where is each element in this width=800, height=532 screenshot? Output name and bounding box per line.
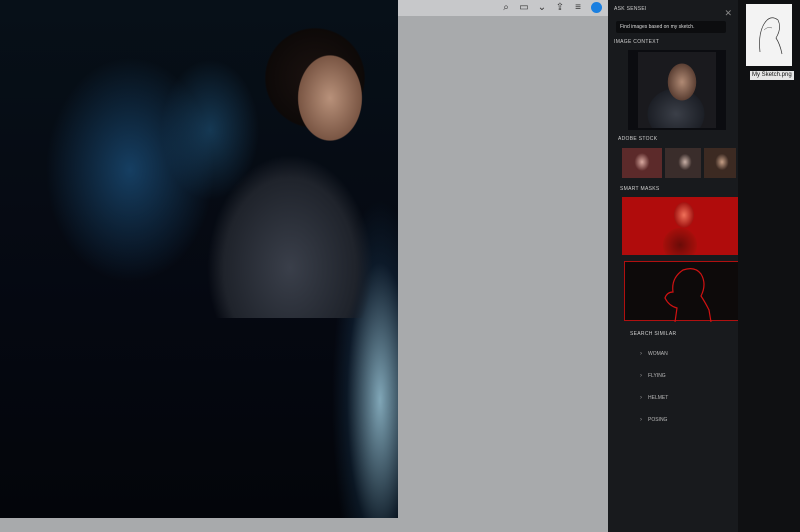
prompt-input[interactable]: Find images based on my sketch. — [616, 21, 726, 33]
share-icon[interactable]: ⇪ — [555, 2, 565, 13]
sketch-file-thumbnail[interactable] — [746, 4, 792, 66]
similar-item-label: HELMET — [648, 395, 669, 401]
smart-mask-fill[interactable] — [622, 197, 748, 255]
context-image-content — [638, 52, 716, 128]
chevron-right-icon: › — [640, 351, 642, 357]
similar-item-flying[interactable]: › FLYING — [640, 373, 666, 379]
similar-item-helmet[interactable]: › HELMET — [640, 395, 668, 401]
chevron-right-icon: › — [640, 417, 642, 423]
artwork-image[interactable] — [0, 0, 398, 518]
sketch-file-name[interactable]: My Sketch.png — [750, 71, 794, 80]
chevron-right-icon: › — [640, 373, 642, 379]
portrait-figure — [190, 18, 390, 318]
panel-toggle-icon[interactable]: ▭ — [519, 2, 529, 13]
silhouette-outline — [664, 268, 712, 322]
context-image[interactable] — [628, 50, 726, 130]
stock-thumbnail[interactable] — [704, 148, 736, 178]
similar-item-posing[interactable]: › POSING — [640, 417, 667, 423]
adobe-stock-label: ADOBE STOCK — [618, 136, 658, 142]
sketch-drawing — [759, 17, 783, 55]
image-context-label: IMAGE CONTEXT — [614, 39, 660, 45]
stock-thumbnail[interactable] — [622, 148, 662, 178]
stock-thumbnail[interactable] — [665, 148, 701, 178]
menu-icon[interactable]: ≡ — [573, 2, 583, 13]
stock-results — [622, 148, 736, 178]
similar-item-label: POSING — [648, 417, 668, 423]
active-indicator[interactable] — [591, 2, 602, 13]
similar-item-label: FLYING — [648, 373, 666, 379]
smart-mask-outline[interactable] — [624, 261, 752, 322]
sensei-panel: ASK SENSEI ✕ Find images based on my ske… — [608, 0, 752, 532]
search-similar-label: SEARCH SIMILAR — [630, 331, 677, 337]
chevron-down-icon[interactable]: ⌄ — [537, 2, 547, 13]
toolbar-icons: ⌕ ▭ ⌄ ⇪ ≡ — [501, 2, 602, 13]
ask-sensei-label: ASK SENSEI — [614, 6, 647, 12]
search-icon[interactable]: ⌕ — [501, 2, 511, 13]
similar-item-woman[interactable]: › WOMAN — [640, 351, 668, 357]
similar-item-label: WOMAN — [648, 351, 668, 357]
chevron-right-icon: › — [640, 395, 642, 401]
close-icon[interactable]: ✕ — [724, 8, 732, 19]
smart-masks-label: SMART MASKS — [620, 186, 660, 192]
